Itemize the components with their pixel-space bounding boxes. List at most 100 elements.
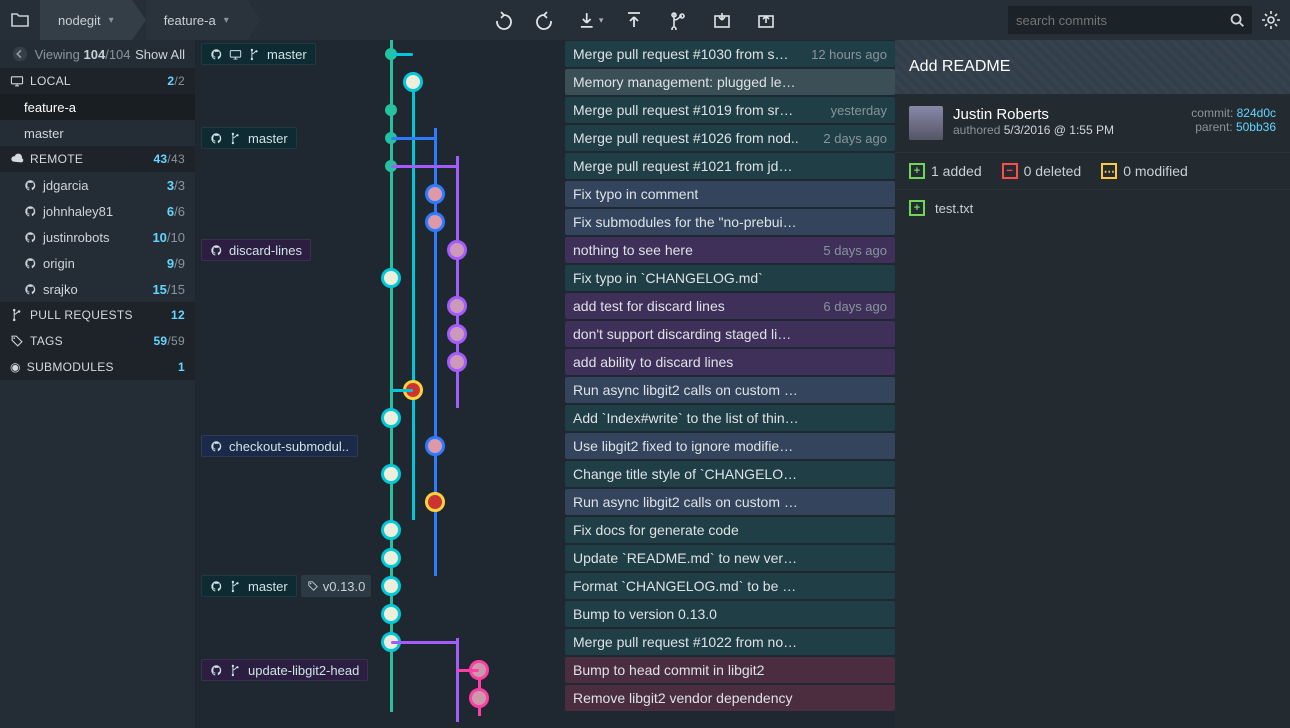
- repo-crumb[interactable]: nodegit▾: [40, 0, 132, 40]
- local-branch-item[interactable]: feature-a: [0, 94, 195, 120]
- commit-message: Update `README.md` to new version: [573, 550, 799, 566]
- remote-item[interactable]: justinrobots10/10: [0, 224, 195, 250]
- graph-node[interactable]: [381, 548, 401, 568]
- commit-row[interactable]: Run async libgit2 calls on custom thread…: [195, 488, 895, 516]
- graph-node[interactable]: [469, 688, 489, 708]
- push-button[interactable]: [621, 7, 647, 33]
- commit-row[interactable]: Bump to version 0.13.0: [195, 600, 895, 628]
- commit-row[interactable]: nothing to see here5 days agodiscard-lin…: [195, 236, 895, 264]
- graph-node[interactable]: [425, 184, 445, 204]
- local-section[interactable]: LOCAL 2/2: [0, 68, 195, 94]
- gh-icon: [210, 244, 223, 257]
- remote-item[interactable]: srajko15/15: [0, 276, 195, 302]
- commit-message: Fix submodules for the "no-prebuilt inst…: [573, 214, 799, 230]
- branch-crumb[interactable]: feature-a▾: [146, 0, 247, 40]
- pop-stash-button[interactable]: [753, 7, 779, 33]
- commit-row[interactable]: Merge pull request #1021 from jdgarcia/d…: [195, 152, 895, 180]
- graph-node[interactable]: [403, 72, 423, 92]
- commit-graph: Merge pull request #1030 from s…12 hours…: [195, 40, 895, 728]
- br-icon: [229, 132, 242, 145]
- commit-row[interactable]: add ability to discard lines: [195, 348, 895, 376]
- graph-node[interactable]: [381, 604, 401, 624]
- graph-node[interactable]: [381, 408, 401, 428]
- commit-row[interactable]: Change title style of `CHANGELOG.md`: [195, 460, 895, 488]
- commit-row[interactable]: Fix submodules for the "no-prebuilt inst…: [195, 208, 895, 236]
- redo-button[interactable]: [533, 7, 559, 33]
- file-row[interactable]: + test.txt: [895, 190, 1290, 226]
- search-input[interactable]: [1008, 6, 1228, 34]
- ref-label[interactable]: master: [201, 127, 297, 149]
- commit-row[interactable]: Use libgit2 fixed to ignore modified sub…: [195, 432, 895, 460]
- tag-icon: [10, 334, 24, 348]
- commit-row[interactable]: Fix typo in `CHANGELOG.md`: [195, 264, 895, 292]
- author-name: Justin Roberts: [953, 106, 1114, 123]
- commit-row[interactable]: Merge pull request #1019 from srajk..yes…: [195, 96, 895, 124]
- remote-item[interactable]: jdgarcia3/3: [0, 172, 195, 198]
- br-icon: [229, 664, 242, 677]
- undo-button[interactable]: [489, 7, 515, 33]
- commit-row[interactable]: Remove libgit2 vendor dependency: [195, 684, 895, 712]
- tags-section[interactable]: TAGS 59/59: [0, 328, 195, 354]
- commit-row[interactable]: Merge pull request #1026 from nod..2 day…: [195, 124, 895, 152]
- ref-label[interactable]: master: [201, 575, 297, 597]
- br-icon: [229, 580, 242, 593]
- settings-button[interactable]: [1258, 7, 1284, 33]
- chevron-down-icon: ▾: [224, 15, 229, 26]
- local-branch-item[interactable]: master: [0, 120, 195, 146]
- commit-row[interactable]: Fix typo in comment: [195, 180, 895, 208]
- graph-node[interactable]: [425, 492, 445, 512]
- ref-label[interactable]: master: [201, 43, 316, 65]
- tag-icon: [307, 580, 319, 592]
- commit-time: 2 days ago: [823, 131, 887, 146]
- ref-label[interactable]: update-libgit2-head: [201, 659, 368, 681]
- graph-node[interactable]: [425, 436, 445, 456]
- commit-row[interactable]: Merge pull request #1022 from nodegit/as…: [195, 628, 895, 656]
- commit-message: nothing to see here: [573, 242, 799, 258]
- commit-row[interactable]: Run async libgit2 calls on custom thread…: [195, 376, 895, 404]
- graph-node[interactable]: [447, 296, 467, 316]
- remote-item[interactable]: johnhaley816/6: [0, 198, 195, 224]
- back-button[interactable]: [10, 44, 30, 64]
- commit-message: Merge pull request #1021 from jdgarcia/d…: [573, 158, 799, 174]
- author-avatar: [909, 106, 943, 140]
- pull-button[interactable]: ▾: [577, 7, 603, 33]
- commit-message: don't support discarding staged lines: [573, 326, 799, 342]
- monitor-icon: [10, 74, 24, 88]
- graph-node[interactable]: [447, 240, 467, 260]
- commit-row[interactable]: Bump to head commit in libgit2update-lib…: [195, 656, 895, 684]
- remote-section[interactable]: REMOTE 43/43: [0, 146, 195, 172]
- commit-row[interactable]: Fix docs for generate code: [195, 516, 895, 544]
- graph-node[interactable]: [385, 104, 397, 116]
- open-folder-button[interactable]: [0, 0, 40, 40]
- modified-stat: ⋯0 modified: [1101, 163, 1188, 179]
- commit-hash[interactable]: 824d0c: [1237, 106, 1276, 120]
- graph-node[interactable]: [381, 464, 401, 484]
- branch-button[interactable]: [665, 7, 691, 33]
- commit-message: Add `Index#write` to the list of things …: [573, 410, 799, 426]
- graph-node[interactable]: [425, 212, 445, 232]
- github-icon: [24, 179, 37, 192]
- graph-node[interactable]: [447, 324, 467, 344]
- parent-hash[interactable]: 50bb36: [1236, 120, 1276, 134]
- graph-node[interactable]: [381, 520, 401, 540]
- minus-icon: −: [1002, 163, 1018, 179]
- commit-row[interactable]: Format `CHANGELOG.md` to be easier to li…: [195, 572, 895, 600]
- stash-button[interactable]: [709, 7, 735, 33]
- commit-row[interactable]: don't support discarding staged lines: [195, 320, 895, 348]
- remote-item[interactable]: origin9/9: [0, 250, 195, 276]
- tag-label[interactable]: v0.13.0: [301, 575, 372, 597]
- commit-row[interactable]: Update `README.md` to new version: [195, 544, 895, 572]
- graph-node[interactable]: [381, 268, 401, 288]
- show-all-button[interactable]: Show All: [135, 47, 185, 62]
- graph-node[interactable]: [447, 352, 467, 372]
- commit-row[interactable]: Add `Index#write` to the list of things …: [195, 404, 895, 432]
- graph-node[interactable]: [381, 576, 401, 596]
- ref-label[interactable]: discard-lines: [201, 239, 311, 261]
- submodules-section[interactable]: ◉SUBMODULES 1: [0, 354, 195, 380]
- commit-row[interactable]: Memory management: plugged leak in fastW…: [195, 68, 895, 96]
- pull-requests-section[interactable]: PULL REQUESTS 12: [0, 302, 195, 328]
- commit-row[interactable]: add test for discard lines6 days ago: [195, 292, 895, 320]
- ref-label[interactable]: checkout-submodul..: [201, 435, 358, 457]
- file-name: test.txt: [935, 201, 973, 216]
- commit-row[interactable]: Merge pull request #1030 from s…12 hours…: [195, 40, 895, 68]
